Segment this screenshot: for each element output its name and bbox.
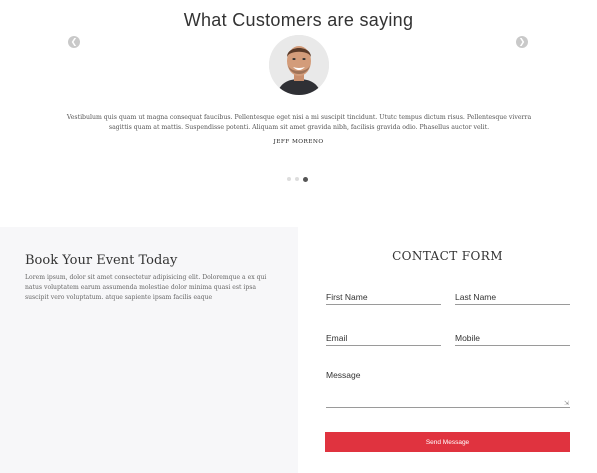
testimonials-title: What Customers are saying xyxy=(183,10,414,30)
carousel-dot-active[interactable] xyxy=(303,176,308,182)
first-name-field[interactable] xyxy=(326,290,441,305)
resize-handle-icon[interactable]: ⇲ xyxy=(564,401,570,407)
send-message-button[interactable]: Send Message xyxy=(325,432,570,452)
testimonial-author: JEFF MORENO xyxy=(273,139,324,145)
chevron-right-icon[interactable]: ❯ xyxy=(516,36,528,48)
book-event-panel: Book Your Event Today Lorem ipsum, dolor… xyxy=(0,227,298,473)
contact-form-title: CONTACT FORM xyxy=(392,249,503,263)
customer-photo xyxy=(269,35,329,95)
carousel-dot[interactable] xyxy=(287,177,291,181)
carousel-dot[interactable] xyxy=(295,177,299,181)
testimonial-quote: Vestibulum quis quam ut magna consequat … xyxy=(66,114,532,131)
message-field[interactable] xyxy=(326,369,570,408)
last-name-field[interactable] xyxy=(455,290,570,305)
contact-form: CONTACT FORM ⇲ Send Message xyxy=(298,227,597,473)
book-description: Lorem ipsum, dolor sit amet consectetur … xyxy=(25,274,267,301)
book-title: Book Your Event Today xyxy=(25,253,178,268)
testimonials-section: What Customers are saying ❮ ❯ Vestibulum… xyxy=(0,0,597,227)
chevron-left-icon[interactable]: ❮ xyxy=(68,36,80,48)
mobile-field[interactable] xyxy=(455,331,570,346)
carousel-dots xyxy=(287,176,308,182)
email-field[interactable] xyxy=(326,331,441,346)
avatar xyxy=(269,35,329,95)
